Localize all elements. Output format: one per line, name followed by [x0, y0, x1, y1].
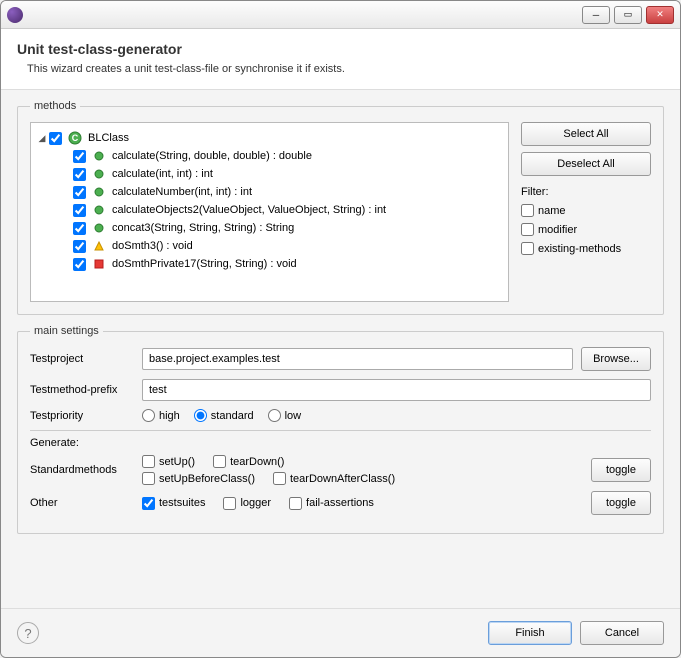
divider	[30, 430, 651, 431]
filter-existing-checkbox[interactable]	[521, 242, 534, 255]
method-icon	[92, 221, 106, 235]
titlebar: ─ ▭ ✕	[1, 1, 680, 29]
testproject-input[interactable]	[142, 348, 573, 370]
teardown-option[interactable]: tearDown()	[213, 455, 284, 468]
class-icon: C	[68, 131, 82, 145]
tree-item[interactable]: calculate(int, int) : int	[35, 165, 504, 183]
methods-tree[interactable]: ◢ C BLClass calculate(String, double, do…	[30, 122, 509, 302]
methods-legend: methods	[30, 100, 80, 112]
header: Unit test-class-generator This wizard cr…	[1, 29, 680, 90]
method-checkbox[interactable]	[73, 204, 86, 217]
method-icon	[92, 149, 106, 163]
tree-item[interactable]: doSmth3() : void	[35, 237, 504, 255]
methods-fieldset: methods ◢ C BLClass calculate(String, do…	[17, 100, 664, 315]
other-label: Other	[30, 497, 134, 509]
testsuites-checkbox[interactable]	[142, 497, 155, 510]
setupbefore-checkbox[interactable]	[142, 472, 155, 485]
setupbefore-option[interactable]: setUpBeforeClass()	[142, 472, 255, 485]
select-all-button[interactable]: Select All	[521, 122, 651, 146]
help-icon[interactable]: ?	[17, 622, 39, 644]
priority-high[interactable]: high	[142, 409, 180, 422]
method-icon	[92, 167, 106, 181]
priority-standard[interactable]: standard	[194, 409, 254, 422]
app-icon	[7, 7, 23, 23]
teardownafter-checkbox[interactable]	[273, 472, 286, 485]
generate-label: Generate:	[30, 437, 651, 449]
tree-item[interactable]: doSmthPrivate17(String, String) : void	[35, 255, 504, 273]
tree-root[interactable]: ◢ C BLClass	[35, 129, 504, 147]
teardown-checkbox[interactable]	[213, 455, 226, 468]
priority-label: Testpriority	[30, 410, 134, 422]
root-label: BLClass	[88, 132, 129, 144]
method-checkbox[interactable]	[73, 258, 86, 271]
method-checkbox[interactable]	[73, 240, 86, 253]
priority-low[interactable]: low	[268, 409, 302, 422]
failassertions-checkbox[interactable]	[289, 497, 302, 510]
method-checkbox[interactable]	[73, 222, 86, 235]
teardownafter-option[interactable]: tearDownAfterClass()	[273, 472, 395, 485]
settings-legend: main settings	[30, 325, 103, 337]
tree-item[interactable]: calculateNumber(int, int) : int	[35, 183, 504, 201]
logger-option[interactable]: logger	[223, 497, 271, 510]
tree-item[interactable]: concat3(String, String, String) : String	[35, 219, 504, 237]
method-label: doSmth3() : void	[112, 240, 193, 252]
maximize-button[interactable]: ▭	[614, 6, 642, 24]
method-label: concat3(String, String, String) : String	[112, 222, 294, 234]
cancel-button[interactable]: Cancel	[580, 621, 664, 645]
priority-high-radio[interactable]	[142, 409, 155, 422]
page-title: Unit test-class-generator	[17, 41, 664, 57]
svg-text:C: C	[72, 133, 79, 143]
setup-checkbox[interactable]	[142, 455, 155, 468]
method-checkbox[interactable]	[73, 150, 86, 163]
standardmethods-label: Standardmethods	[30, 464, 134, 476]
method-label: calculate(int, int) : int	[112, 168, 213, 180]
method-icon	[92, 203, 106, 217]
footer: ? Finish Cancel	[1, 608, 680, 657]
filter-label: Filter:	[521, 186, 651, 198]
filter-modifier[interactable]: modifier	[521, 223, 651, 236]
prefix-input[interactable]	[142, 379, 651, 401]
method-label: calculateObjects2(ValueObject, ValueObje…	[112, 204, 386, 216]
tree-item[interactable]: calculate(String, double, double) : doub…	[35, 147, 504, 165]
filter-name-checkbox[interactable]	[521, 204, 534, 217]
method-icon	[92, 257, 106, 271]
settings-fieldset: main settings Testproject Browse... Test…	[17, 325, 664, 534]
toggle-other-button[interactable]: toggle	[591, 491, 651, 515]
setup-option[interactable]: setUp()	[142, 455, 195, 468]
method-label: doSmthPrivate17(String, String) : void	[112, 258, 297, 270]
method-label: calculateNumber(int, int) : int	[112, 186, 252, 198]
finish-button[interactable]: Finish	[488, 621, 572, 645]
filter-modifier-checkbox[interactable]	[521, 223, 534, 236]
tree-item[interactable]: calculateObjects2(ValueObject, ValueObje…	[35, 201, 504, 219]
collapse-icon[interactable]: ◢	[35, 133, 49, 144]
prefix-label: Testmethod-prefix	[30, 384, 134, 396]
failassertions-option[interactable]: fail-assertions	[289, 497, 374, 510]
filter-existing[interactable]: existing-methods	[521, 242, 651, 255]
dialog-window: ─ ▭ ✕ Unit test-class-generator This wiz…	[0, 0, 681, 658]
testproject-label: Testproject	[30, 353, 134, 365]
testsuites-option[interactable]: testsuites	[142, 497, 205, 510]
page-subtitle: This wizard creates a unit test-class-fi…	[17, 63, 664, 75]
method-checkbox[interactable]	[73, 168, 86, 181]
browse-button[interactable]: Browse...	[581, 347, 651, 371]
filter-name[interactable]: name	[521, 204, 651, 217]
priority-standard-radio[interactable]	[194, 409, 207, 422]
root-checkbox[interactable]	[49, 132, 62, 145]
toggle-standard-button[interactable]: toggle	[591, 458, 651, 482]
method-checkbox[interactable]	[73, 186, 86, 199]
deselect-all-button[interactable]: Deselect All	[521, 152, 651, 176]
logger-checkbox[interactable]	[223, 497, 236, 510]
priority-low-radio[interactable]	[268, 409, 281, 422]
minimize-button[interactable]: ─	[582, 6, 610, 24]
method-icon	[92, 239, 106, 253]
method-icon	[92, 185, 106, 199]
close-button[interactable]: ✕	[646, 6, 674, 24]
method-label: calculate(String, double, double) : doub…	[112, 150, 312, 162]
